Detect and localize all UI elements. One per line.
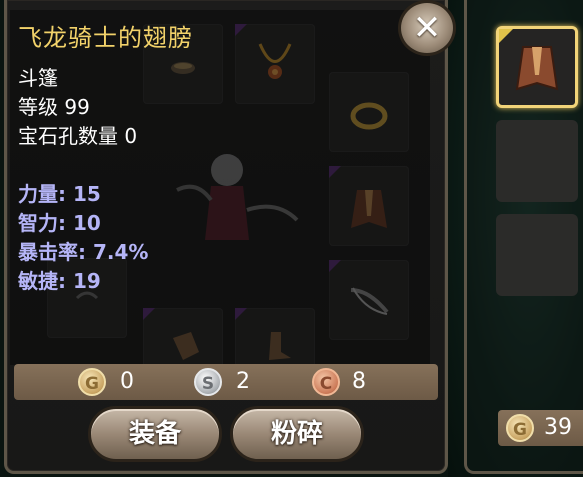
close-button[interactable]: ✕ — [398, 0, 456, 56]
silver-coin-icon: S — [194, 368, 222, 396]
gold-balance: 39 — [544, 415, 572, 440]
item-level: 等级 99 — [18, 95, 90, 119]
item-type: 斗篷 — [18, 66, 58, 90]
gold-coin-icon: G — [78, 368, 106, 396]
inventory-slot-empty[interactable] — [496, 214, 578, 296]
gold-coin-icon: G — [506, 414, 534, 442]
shatter-button[interactable]: 粉碎 — [230, 406, 364, 462]
item-sockets: 宝石孔数量 0 — [18, 124, 138, 148]
inventory-slot-empty[interactable] — [496, 120, 578, 202]
item-name: 飞龙骑士的翅膀 — [18, 24, 193, 52]
rarity-marker — [499, 29, 513, 43]
gold-amount: 0 — [120, 369, 134, 394]
gold-balance-bar: G 39 — [498, 410, 583, 446]
equip-button[interactable]: 装备 — [88, 406, 222, 462]
stat-intelligence: 智力: 10 — [18, 211, 101, 235]
silver-amount: 2 — [236, 369, 250, 394]
close-icon: ✕ — [412, 8, 442, 48]
equip-button-label: 装备 — [128, 419, 181, 449]
copper-amount: 8 — [352, 369, 366, 394]
stat-agility: 敏捷: 19 — [18, 269, 101, 293]
shatter-button-label: 粉碎 — [270, 419, 323, 449]
inventory-slot-cloak[interactable] — [496, 26, 578, 108]
stat-strength: 力量: 15 — [18, 182, 101, 206]
stat-crit-rate: 暴击率: 7.4% — [18, 240, 149, 264]
copper-coin-icon: C — [312, 368, 340, 396]
sell-price-bar: G 0 S 2 C 8 — [14, 364, 438, 400]
